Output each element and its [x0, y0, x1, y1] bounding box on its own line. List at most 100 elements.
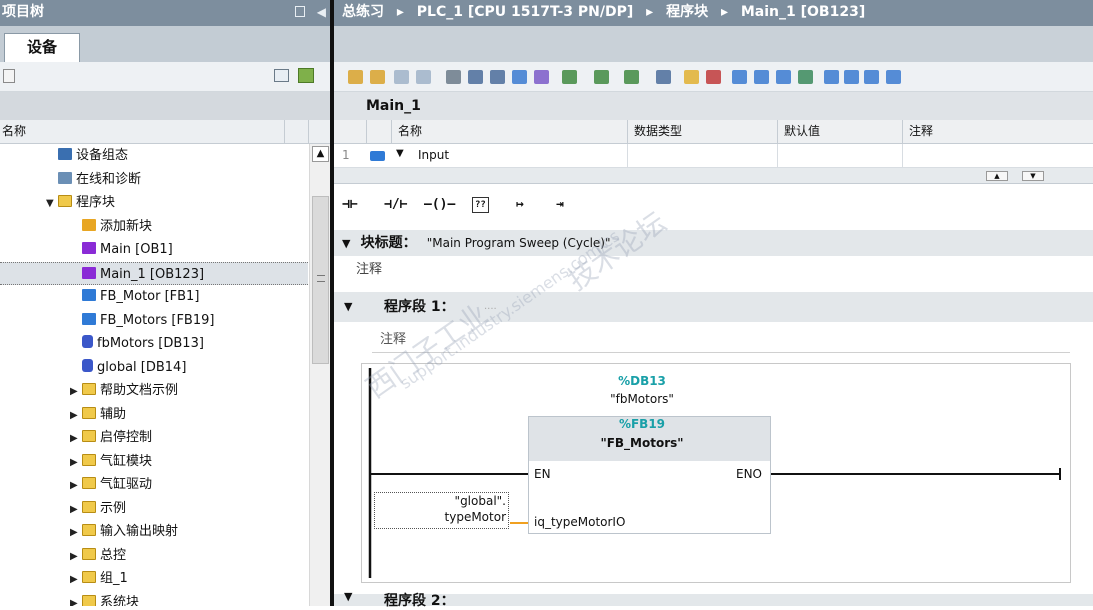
toolbar-tool-icon[interactable]	[394, 70, 409, 84]
toolbar-tool-icon[interactable]	[844, 70, 859, 84]
expand-arrow-icon[interactable]: ▶	[70, 380, 82, 403]
block-title-row[interactable]: ▼ 块标题： "Main Program Sweep (Cycle)"	[334, 230, 1093, 256]
tree-item[interactable]: ▶ 启停控制	[0, 426, 308, 450]
collapse-icon[interactable]: ▼	[342, 237, 350, 250]
network-1-header[interactable]: ▼ 程序段 1： ....	[334, 292, 1093, 322]
interface-splitter[interactable]: ▲ ▼	[334, 168, 1093, 184]
expand-arrow-icon[interactable]: ▶	[70, 521, 82, 544]
collapse-down-icon[interactable]: ▼	[1022, 171, 1044, 181]
tree-column-header: 名称	[0, 120, 330, 144]
expand-arrow-icon[interactable]: ▶	[70, 498, 82, 521]
expand-arrow-icon[interactable]: ▶	[70, 427, 82, 450]
toolbar-tool-icon[interactable]	[732, 70, 747, 84]
scrollbar-thumb[interactable]	[312, 196, 329, 364]
operand-box[interactable]: "global". typeMotor	[374, 492, 509, 529]
refresh-icon[interactable]	[298, 68, 314, 83]
tree-item[interactable]: Main_1 [OB123]	[0, 261, 308, 285]
row-index: 1	[342, 148, 350, 162]
empty-box-button[interactable]: ??	[472, 197, 489, 213]
toolbar-tool-icon[interactable]	[446, 70, 461, 84]
editor-tab-strip	[334, 26, 1093, 62]
toolbar-tool-icon[interactable]	[624, 70, 639, 84]
expand-arrow-icon[interactable]: ▶	[70, 404, 82, 427]
breadcrumb-item[interactable]: 总练习	[342, 4, 384, 20]
tree-item[interactable]: FB_Motors [FB19]	[0, 309, 308, 333]
network-1-title[interactable]: ....	[484, 292, 497, 322]
toolbar-tool-icon[interactable]	[490, 70, 505, 84]
tree-item[interactable]: 在线和诊断	[0, 168, 308, 192]
open-branch-button[interactable]: ↦	[516, 195, 524, 215]
collapse-icon[interactable]: ▼	[344, 292, 352, 322]
toolbar-tool-icon[interactable]	[348, 70, 363, 84]
tree-item-label: 输入输出映射	[100, 524, 179, 539]
toolbar-tool-icon[interactable]	[754, 70, 769, 84]
tree-item[interactable]: 设备组态	[0, 144, 308, 168]
toolbar-tool-icon[interactable]	[776, 70, 791, 84]
tree-scrollbar[interactable]: ▲	[309, 144, 330, 606]
breadcrumb-item[interactable]: 程序块	[666, 4, 708, 20]
collapse-arrow-icon[interactable]: ▼	[46, 192, 58, 215]
tree-item[interactable]: Main [OB1]	[0, 238, 308, 262]
expand-arrow-icon[interactable]: ▶	[70, 545, 82, 568]
block-comment[interactable]: 注释	[356, 258, 382, 277]
toolbar-tool-icon[interactable]	[864, 70, 879, 84]
network-comment[interactable]: 注释	[380, 328, 406, 347]
tree-item[interactable]: ▼ 程序块	[0, 191, 308, 215]
toolbar-tool-icon[interactable]	[706, 70, 721, 84]
tree-item[interactable]: ▶ 总控	[0, 544, 308, 568]
expand-arrow-icon[interactable]: ▶	[70, 592, 82, 607]
tree-item[interactable]: ▶ 气缸驱动	[0, 473, 308, 497]
expand-arrow-icon[interactable]: ▶	[70, 568, 82, 591]
no-contact-button[interactable]: ⊣⊢	[342, 195, 358, 215]
collapse-icon[interactable]: ▼	[344, 590, 352, 603]
tree-item[interactable]: fbMotors [DB13]	[0, 332, 308, 356]
tree-item[interactable]: FB_Motor [FB1]	[0, 285, 308, 309]
nc-contact-button[interactable]: ⊣/⊢	[384, 195, 407, 215]
tree-item[interactable]: ▶ 辅助	[0, 403, 308, 427]
expand-arrow-icon[interactable]: ▶	[70, 451, 82, 474]
tree-item[interactable]: ▶ 输入输出映射	[0, 520, 308, 544]
close-branch-button[interactable]: ⇥	[556, 195, 564, 215]
toolbar-tool-icon[interactable]	[468, 70, 483, 84]
interface-row[interactable]: 1 ▼ Input	[334, 144, 1093, 168]
toolbar-tool-icon[interactable]	[824, 70, 839, 84]
breadcrumb-separator: ▸	[396, 4, 404, 20]
panel-layout-icon[interactable]	[294, 6, 305, 17]
folder-icon	[82, 430, 96, 442]
interface-col-default: 默认值	[777, 120, 902, 144]
tree-view-icon[interactable]	[3, 69, 15, 83]
tree-item[interactable]: global [DB14]	[0, 356, 308, 380]
toolbar-tool-icon[interactable]	[798, 70, 813, 84]
toolbar-tool-icon[interactable]	[534, 70, 549, 84]
toolbar-tool-icon[interactable]	[656, 70, 671, 84]
expand-up-icon[interactable]: ▲	[986, 171, 1008, 181]
tree-item[interactable]: ▶ 系统块	[0, 591, 308, 607]
toolbar-tool-icon[interactable]	[684, 70, 699, 84]
tree-item[interactable]: ▶ 组_1	[0, 567, 308, 591]
toolbar-tool-icon[interactable]	[594, 70, 609, 84]
tree-item[interactable]: ▶ 示例	[0, 497, 308, 521]
tab-devices[interactable]: 设备	[4, 33, 80, 63]
network-2-header[interactable]: ▼ 程序段 2：	[334, 590, 1093, 609]
overview-icon[interactable]	[274, 69, 289, 82]
breadcrumb-item[interactable]: PLC_1 [CPU 1517T-3 PN/DP]	[417, 4, 634, 20]
toolbar-tool-icon[interactable]	[886, 70, 901, 84]
expand-toggle-icon[interactable]: ▼	[396, 148, 404, 159]
toolbar-tool-icon[interactable]	[512, 70, 527, 84]
fb-type-address: %FB19	[618, 417, 666, 431]
tree-item[interactable]: 添加新块	[0, 215, 308, 239]
tree-item[interactable]: ▶ 气缸模块	[0, 450, 308, 474]
instance-name[interactable]: "fbMotors"	[592, 392, 692, 406]
breadcrumb-item[interactable]: Main_1 [OB123]	[741, 4, 865, 20]
network-2-label: 程序段 2：	[384, 593, 455, 609]
scroll-up-icon[interactable]: ▲	[312, 146, 329, 162]
expand-arrow-icon[interactable]: ▶	[70, 474, 82, 497]
coil-button[interactable]: –()–	[424, 195, 455, 215]
instance-address: %DB13	[618, 374, 666, 388]
toolbar-tool-icon[interactable]	[416, 70, 431, 84]
toolbar-tool-icon[interactable]	[370, 70, 385, 84]
collapse-panel-icon[interactable]: ◀	[317, 5, 326, 19]
project-tree-toolbar	[0, 62, 330, 92]
tree-item[interactable]: ▶ 帮助文档示例	[0, 379, 308, 403]
toolbar-tool-icon[interactable]	[562, 70, 577, 84]
